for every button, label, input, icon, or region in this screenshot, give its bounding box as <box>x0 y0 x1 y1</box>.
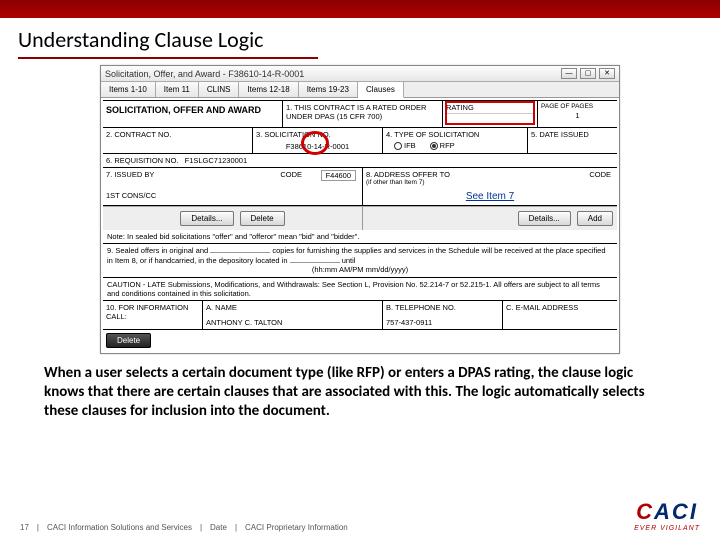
box-10b-value: 757-437-0911 <box>386 318 499 327</box>
logo-brand: CACI <box>634 499 700 525</box>
add-button[interactable]: Add <box>577 211 613 226</box>
box-7-issued-by: 7. ISSUED BY CODE F44600 1ST CONS/CC <box>103 168 363 205</box>
details-button-right[interactable]: Details... <box>518 211 571 226</box>
box-10b: B. TELEPHONE NO. 757-437-0911 <box>383 301 503 329</box>
logo: CACI EVER VIGILANT <box>634 499 700 532</box>
footer-org: CACI Information Solutions and Services <box>47 523 192 532</box>
ifb-label: IFB <box>404 141 416 150</box>
note-text: Note: In sealed bid solicitations "offer… <box>103 230 617 243</box>
app-window: Solicitation, Offer, and Award - F38610-… <box>100 65 620 354</box>
sep-2: | <box>200 523 202 532</box>
box-10-label: 10. FOR INFORMATION CALL: <box>103 301 203 329</box>
row-3: 6. REQUISITION NO. F1SLGC71230001 <box>103 153 617 167</box>
annotation-rating-box <box>445 101 535 125</box>
slide-title: Understanding Clause Logic <box>0 18 720 57</box>
bottom-button-row: Delete <box>103 330 617 351</box>
details-button-left[interactable]: Details... <box>180 211 233 226</box>
minimize-button[interactable]: — <box>561 68 577 79</box>
tab-items-12-18[interactable]: Items 12-18 <box>239 82 298 97</box>
footer: 17 | CACI Information Solutions and Serv… <box>0 499 720 532</box>
row-header: SOLICITATION, OFFER AND AWARD 1. THIS CO… <box>103 100 617 127</box>
box-9: 9. Sealed offers in original and copies … <box>103 244 617 277</box>
box-3-solicitation: 3. SOLICITATION NO. F38610-14-R-0001 <box>253 128 383 153</box>
slide-top-accent <box>0 0 720 18</box>
box-8-link[interactable]: See Item 7 <box>366 191 614 203</box>
box-6-requisition: 6. REQUISITION NO. F1SLGC71230001 <box>103 154 617 167</box>
close-button[interactable]: ✕ <box>599 68 615 79</box>
maximize-button[interactable]: ▢ <box>580 68 596 79</box>
box-6-value: F1SLGC71230001 <box>185 156 248 165</box>
right-button-row: Details... Add <box>363 206 617 230</box>
box-4-type: 4. TYPE OF SOLICITATION IFB RFP <box>383 128 528 153</box>
button-split-row: Details... Delete Details... Add <box>103 206 617 230</box>
window-titlebar: Solicitation, Offer, and Award - F38610-… <box>101 66 619 82</box>
box-10a: A. NAME ANTHONY C. TALTON <box>203 301 383 329</box>
box-3-label: 3. SOLICITATION NO. <box>256 130 379 139</box>
box-10a-label: A. NAME <box>206 303 379 312</box>
sep-1: | <box>37 523 39 532</box>
tab-bar: Items 1-10 Item 11 CLINS Items 12-18 Ite… <box>101 82 619 98</box>
slide-body-text: When a user selects a certain document t… <box>0 354 720 426</box>
box-8-address-offer: 8. ADDRESS OFFER TO CODE (if other than … <box>363 168 617 205</box>
box-8-code-label: CODE <box>589 170 611 179</box>
box-8-label: 8. ADDRESS OFFER TO <box>366 170 450 179</box>
window-title: Solicitation, Offer, and Award - F38610-… <box>105 69 304 79</box>
delete-button-bottom[interactable]: Delete <box>106 333 151 348</box>
row-10: 10. FOR INFORMATION CALL: A. NAME ANTHON… <box>103 301 617 329</box>
box-1-rated-order: 1. THIS CONTRACT IS A RATED ORDER UNDER … <box>283 101 443 127</box>
delete-button-left[interactable]: Delete <box>240 211 285 226</box>
box-8-sub: (if other than Item 7) <box>366 179 614 187</box>
footer-left: 17 | CACI Information Solutions and Serv… <box>20 523 348 532</box>
footer-date-label: Date <box>210 523 227 532</box>
footer-proprietary: CACI Proprietary Information <box>245 523 348 532</box>
box-2-contract-no: 2. CONTRACT NO. <box>103 128 253 153</box>
tab-clauses[interactable]: Clauses <box>358 82 404 98</box>
box-9d: (hh:mm AM/PM mm/dd/yyyy) <box>107 265 613 275</box>
radio-ifb[interactable]: IFB <box>394 141 416 150</box>
box-7-value: 1ST CONS/CC <box>106 191 359 200</box>
left-button-row: Details... Delete <box>103 206 363 230</box>
box-7-label: 7. ISSUED BY <box>106 170 154 179</box>
box-pages: PAGE OF PAGES 1 <box>538 101 617 127</box>
window-controls: — ▢ ✕ <box>561 68 615 79</box>
box-9a: 9. Sealed offers in original and <box>107 246 208 255</box>
title-underline <box>18 57 318 59</box>
box-5-date-issued: 5. DATE ISSUED <box>528 128 617 153</box>
box-3-value: F38610-14-R-0001 <box>256 142 379 151</box>
box-7-code-label: CODE <box>280 170 302 179</box>
page-value: 1 <box>541 111 614 120</box>
logo-tagline: EVER VIGILANT <box>634 525 700 532</box>
box-6-label: 6. REQUISITION NO. <box>106 156 179 165</box>
row-4: 7. ISSUED BY CODE F44600 1ST CONS/CC 8. … <box>103 167 617 205</box>
tab-item-11[interactable]: Item 11 <box>156 82 199 97</box>
box-10b-label: B. TELEPHONE NO. <box>386 303 499 312</box>
form-area: SOLICITATION, OFFER AND AWARD 1. THIS CO… <box>101 98 619 353</box>
sep-3: | <box>235 523 237 532</box>
tab-items-19-23[interactable]: Items 19-23 <box>299 82 358 97</box>
box-4-label: 4. TYPE OF SOLICITATION <box>386 130 524 139</box>
box-10a-value: ANTHONY C. TALTON <box>206 318 379 327</box>
radio-rfp[interactable]: RFP <box>430 141 455 150</box>
box-9c: until <box>342 256 356 265</box>
box-10c: C. E-MAIL ADDRESS <box>503 301 617 329</box>
tab-items-1-10[interactable]: Items 1-10 <box>101 82 156 97</box>
tab-clins[interactable]: CLINS <box>199 82 240 97</box>
caution-text: CAUTION - LATE Submissions, Modification… <box>103 278 617 300</box>
row-2: 2. CONTRACT NO. 3. SOLICITATION NO. F386… <box>103 127 617 153</box>
rfp-label: RFP <box>440 141 455 150</box>
form-header: SOLICITATION, OFFER AND AWARD <box>103 101 283 127</box>
page-label: PAGE OF PAGES <box>541 103 614 111</box>
page-number: 17 <box>20 523 29 532</box>
box-7-code-value[interactable]: F44600 <box>321 170 356 181</box>
